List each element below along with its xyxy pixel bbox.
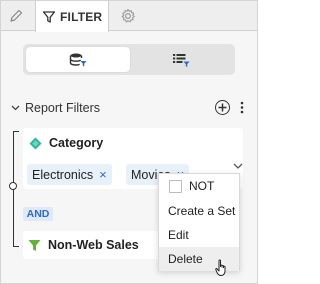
- add-filter-button[interactable]: [215, 100, 230, 115]
- menu-item-not[interactable]: NOT: [159, 174, 239, 198]
- tab-filter[interactable]: FILTER: [35, 1, 109, 32]
- attribute-diamond-icon: [29, 137, 42, 149]
- filter-tree-node: [9, 182, 17, 190]
- filter-value-chip: Electronics ×: [27, 164, 112, 185]
- not-checkbox[interactable]: [169, 179, 182, 193]
- more-vertical-icon: [240, 101, 244, 114]
- and-operator[interactable]: AND: [23, 207, 53, 221]
- gear-icon: [121, 8, 135, 23]
- filter-icon: [42, 10, 56, 23]
- plus-icon: [218, 103, 227, 112]
- filter-icon: [28, 239, 41, 251]
- report-filters-title: Report Filters: [25, 101, 101, 115]
- tab-filter-label: FILTER: [60, 9, 103, 24]
- pencil-icon: [10, 9, 23, 22]
- remove-chip-icon[interactable]: ×: [99, 168, 107, 181]
- mouse-pointer-icon: [215, 259, 226, 276]
- chip-label: Electronics: [32, 167, 94, 182]
- non-web-sales-title: Non-Web Sales: [48, 238, 139, 252]
- menu-item-edit[interactable]: Edit: [159, 223, 239, 247]
- menu-item-create-set[interactable]: Create a Set: [159, 199, 239, 223]
- more-options-button[interactable]: [239, 100, 245, 115]
- menu-item-label: NOT: [189, 179, 215, 193]
- list-filter-icon: [173, 53, 190, 67]
- tab-settings[interactable]: [113, 1, 143, 31]
- report-filters-header[interactable]: Report Filters: [11, 99, 249, 117]
- non-web-sales-filter-card[interactable]: Non-Web Sales: [23, 231, 161, 259]
- chevron-down-icon[interactable]: [233, 159, 243, 169]
- chevron-down-icon[interactable]: [11, 103, 21, 113]
- list-filter-button[interactable]: [129, 47, 233, 72]
- tab-edit[interactable]: [1, 1, 31, 31]
- tab-bar: FILTER: [1, 1, 257, 32]
- category-filter-title: Category: [49, 136, 104, 150]
- category-filter-header: Category: [29, 136, 103, 150]
- filter-context-menu: NOT Create a Set Edit Delete: [158, 173, 240, 271]
- dataset-filter-icon: [69, 53, 87, 67]
- view-toggle: [23, 44, 235, 75]
- filter-panel: FILTER Report Filters Category Electroni…: [0, 0, 258, 284]
- dataset-filter-button[interactable]: [26, 47, 130, 72]
